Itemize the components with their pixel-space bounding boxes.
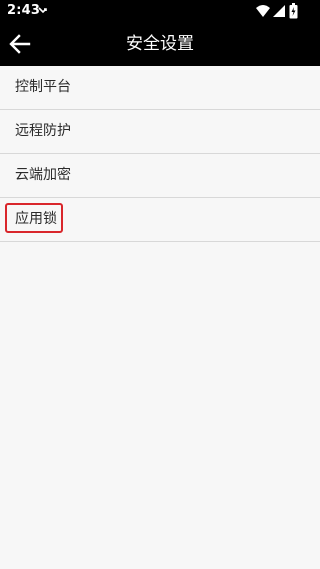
notification-icon [38, 7, 47, 14]
empty-content-area [0, 242, 320, 569]
back-arrow-icon [9, 34, 31, 54]
settings-list: 控制平台 远程防护 云端加密 应用锁 [0, 66, 320, 242]
battery-icon [289, 3, 298, 19]
settings-item-label: 应用锁 [15, 211, 57, 227]
settings-item-cloud-encryption[interactable]: 云端加密 [0, 154, 320, 198]
back-button[interactable] [4, 28, 36, 60]
status-time: 2:43 [7, 3, 41, 18]
app-bar: 安全设置 [0, 22, 320, 66]
settings-item-remote-protection[interactable]: 远程防护 [0, 110, 320, 154]
page-title: 安全设置 [126, 34, 194, 54]
settings-item-label: 远程防护 [15, 123, 71, 139]
status-bar: 2:43 [0, 0, 320, 22]
settings-item-app-lock[interactable]: 应用锁 [0, 198, 320, 242]
wifi-icon [256, 5, 270, 17]
settings-item-label: 云端加密 [15, 167, 71, 183]
settings-item-label: 控制平台 [15, 79, 71, 95]
settings-item-control-platform[interactable]: 控制平台 [0, 66, 320, 110]
signal-icon [273, 5, 285, 17]
